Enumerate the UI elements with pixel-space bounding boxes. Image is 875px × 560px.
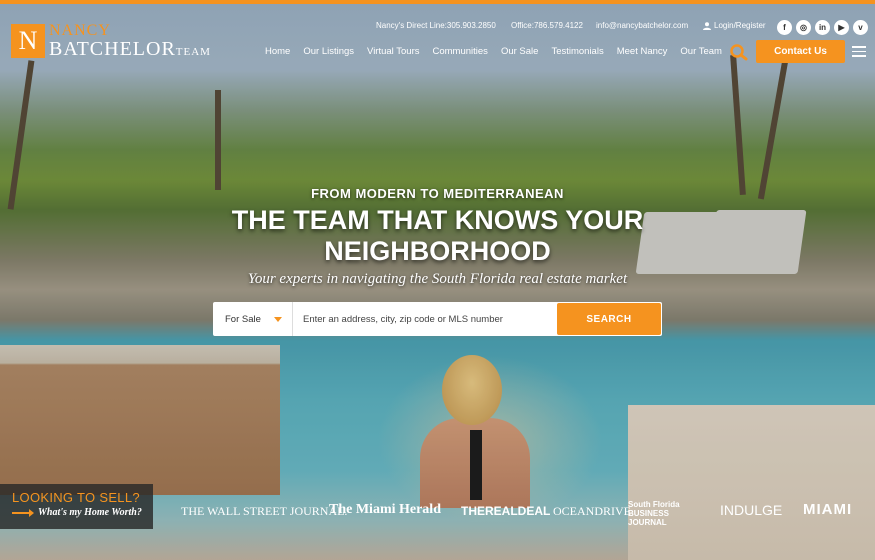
press-logo-wsj: THE WALL STREET JOURNAL. [181, 504, 348, 518]
email-link[interactable]: info@nancybatchelor.com [596, 21, 688, 30]
login-register-link[interactable]: Login/Register [703, 21, 766, 30]
logo-first-name: NANCY [49, 22, 111, 39]
search-icon[interactable] [729, 43, 749, 61]
property-search-bar: For Sale SEARCH [213, 302, 662, 336]
press-logo-business-journal: South Florida BUSINESS JOURNAL [628, 500, 680, 527]
nav-meet-nancy[interactable]: Meet Nancy [617, 46, 668, 57]
listing-type-select[interactable]: For Sale [213, 302, 293, 336]
logo-team: TEAM [175, 46, 211, 58]
contact-us-button[interactable]: Contact Us [756, 40, 845, 63]
nav-our-listings[interactable]: Our Listings [303, 46, 354, 57]
instagram-icon[interactable]: ◎ [796, 20, 811, 35]
logo-last-name: BATCHELOR [49, 38, 176, 60]
site-logo[interactable]: N NANCY BATCHELORTEAM [11, 23, 211, 59]
hero-kicker: FROM MODERN TO MEDITERRANEAN [311, 186, 564, 201]
vimeo-icon[interactable]: v [853, 20, 868, 35]
nav-our-team[interactable]: Our Team [680, 46, 722, 57]
search-input[interactable] [293, 302, 556, 336]
press-logo-ocean-drive: OCEANDRIVE [553, 504, 631, 518]
office-phone[interactable]: Office:786.579.4122 [511, 21, 583, 30]
direct-line[interactable]: Nancy's Direct Line:305.903.2850 [376, 21, 496, 30]
nav-virtual-tours[interactable]: Virtual Tours [367, 46, 419, 57]
user-icon [703, 21, 711, 30]
nav-our-sale[interactable]: Our Sale [501, 46, 539, 57]
logo-monogram: N [11, 24, 45, 58]
hero-tagline: Your experts in navigating the South Flo… [247, 271, 628, 287]
top-accent-stripe [0, 0, 875, 4]
chevron-down-icon [274, 316, 282, 322]
hamburger-menu-icon[interactable] [852, 46, 866, 57]
nav-communities[interactable]: Communities [433, 46, 488, 57]
press-logos: THE WALL STREET JOURNAL. The Miami Heral… [0, 500, 875, 527]
linkedin-icon[interactable]: in [815, 20, 830, 35]
press-logo-the-real-deal: THEREALDEAL [461, 504, 551, 518]
press-logo-miami-herald: The Miami Herald [329, 502, 441, 517]
social-links: f ◎ in ▶ v [777, 20, 868, 35]
main-nav: Home Our Listings Virtual Tours Communit… [265, 46, 722, 57]
search-button[interactable]: SEARCH [557, 303, 661, 335]
press-logo-indulge: INDULGE [720, 502, 783, 518]
logo-wordmark: NANCY BATCHELORTEAM [49, 22, 211, 60]
hero-headline: THE TEAM THAT KNOWS YOUR NEIGHBORHOOD [231, 205, 644, 266]
youtube-icon[interactable]: ▶ [834, 20, 849, 35]
nav-home[interactable]: Home [265, 46, 290, 57]
facebook-icon[interactable]: f [777, 20, 792, 35]
listing-type-value: For Sale [225, 313, 261, 325]
press-logo-miami: MIAMI [803, 501, 853, 518]
nav-testimonials[interactable]: Testimonials [551, 46, 603, 57]
